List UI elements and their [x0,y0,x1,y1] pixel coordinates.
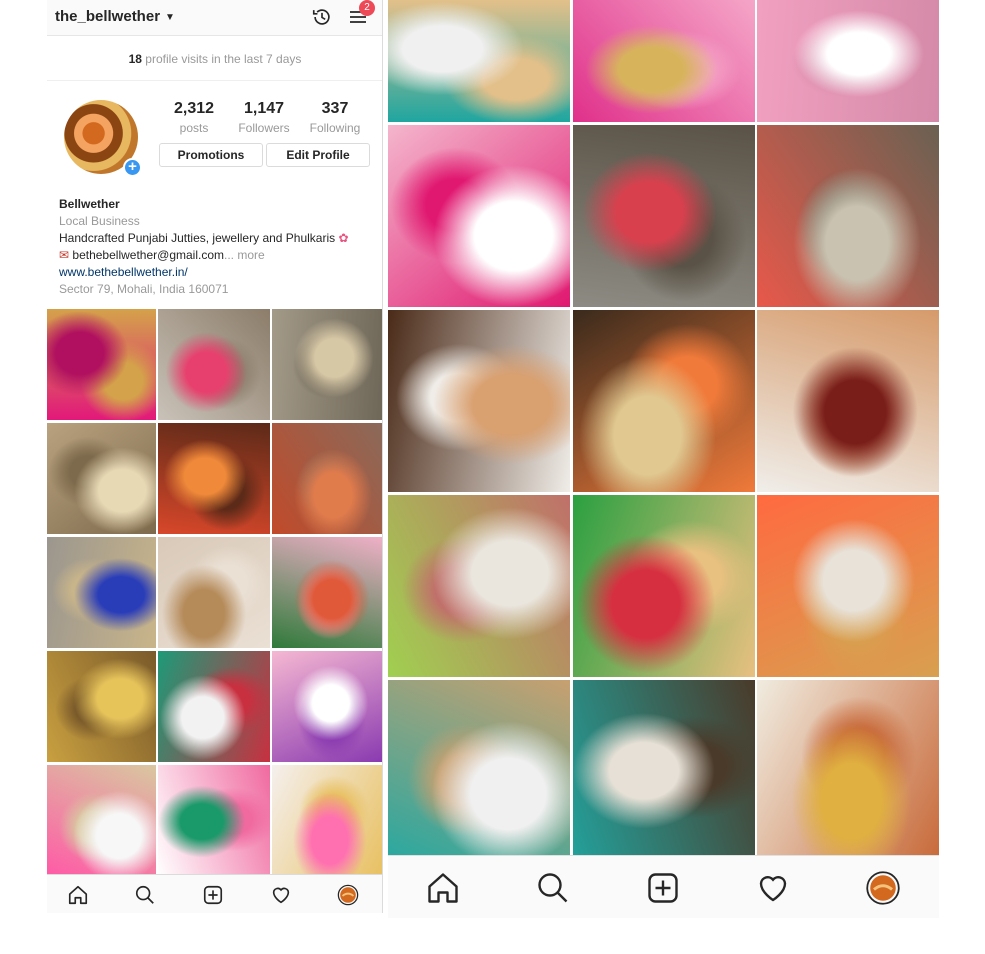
search-icon[interactable] [134,884,156,906]
visits-text: profile visits in the last 7 days [141,52,302,66]
post-thumbnail[interactable] [272,423,382,534]
posts-stat: 2,312 posts [159,100,229,135]
profile-name: Bellwether [59,197,120,211]
profile-email-line: ✉ bethebellwether@gmail.com... more [59,247,375,264]
bottom-nav-large [388,855,939,918]
following-count: 337 [321,100,349,117]
post-thumbnail[interactable] [47,423,156,534]
description-text: Handcrafted Punjabi Jutties, jewellery a… [59,231,336,245]
home-icon[interactable] [425,870,461,906]
post-thumbnail[interactable] [47,651,156,762]
profile-visits-banner[interactable]: 18 profile visits in the last 7 days [47,37,382,81]
posts-count: 2,312 [173,100,215,117]
post-thumbnail[interactable] [572,125,755,307]
history-icon[interactable] [311,6,333,28]
post-thumbnail[interactable] [757,310,939,492]
post-thumbnail[interactable] [572,495,755,677]
add-story-icon[interactable]: + [123,158,142,177]
followers-stat[interactable]: 1,147 Followers [229,100,299,135]
post-thumbnail[interactable] [272,765,382,876]
post-grid-large [388,0,939,858]
chevron-down-icon[interactable]: ▼ [165,12,175,23]
post-thumbnail[interactable] [158,423,270,534]
profile-avatar-icon[interactable] [337,884,359,906]
post-thumbnail[interactable] [757,495,939,677]
post-thumbnail[interactable] [47,765,156,876]
add-post-icon[interactable] [645,870,681,906]
post-thumbnail[interactable] [388,310,570,492]
following-label: Following [309,121,361,135]
post-thumbnail[interactable] [158,651,270,762]
post-thumbnail[interactable] [388,680,570,858]
heart-icon[interactable] [755,870,791,906]
bottom-nav [47,874,382,913]
post-thumbnail[interactable] [158,537,270,648]
posts-label: posts [179,121,209,135]
profile-screen: the_bellwether ▼ 2 18 profile visits in … [47,0,383,913]
profile-website[interactable]: www.bethebellwether.in/ [59,264,375,281]
profile-category: Local Business [59,214,140,228]
post-thumbnail[interactable] [757,680,939,858]
search-icon[interactable] [535,870,571,906]
post-thumbnail[interactable] [572,0,755,122]
post-thumbnail[interactable] [388,0,570,122]
post-thumbnail[interactable] [47,537,156,648]
post-thumbnail[interactable] [272,309,382,420]
more-link[interactable]: ... more [224,248,265,262]
post-grid [47,309,382,876]
followers-count: 1,147 [243,100,285,117]
flower-emoji-icon: ✿ [338,231,349,245]
post-thumbnail[interactable] [158,309,270,420]
post-thumbnail[interactable] [388,495,570,677]
following-stat[interactable]: 337 Following [300,100,370,135]
notification-badge: 2 [359,0,375,16]
post-thumbnail[interactable] [757,125,939,307]
followers-label: Followers [238,121,290,135]
post-thumbnail[interactable] [757,0,939,122]
username-switcher[interactable]: the_bellwether [55,8,160,25]
heart-icon[interactable] [270,884,292,906]
visits-count: 18 [128,52,142,66]
home-icon[interactable] [67,884,89,906]
post-thumbnail[interactable] [158,765,270,876]
post-thumbnail[interactable] [572,680,755,858]
post-thumbnail[interactable] [572,310,755,492]
top-bar: the_bellwether ▼ 2 [47,0,382,36]
add-post-icon[interactable] [202,884,224,906]
edit-profile-button[interactable]: Edit Profile [266,143,370,167]
profile-address[interactable]: Sector 79, Mohali, India 160071 [59,281,375,298]
profile-email[interactable]: bethebellwether@gmail.com [72,248,224,262]
post-thumbnail[interactable] [388,125,570,307]
post-thumbnail[interactable] [272,537,382,648]
profile-description: Handcrafted Punjabi Jutties, jewellery a… [59,230,375,247]
love-letter-emoji-icon: ✉ [59,248,70,262]
post-thumbnail[interactable] [47,309,156,420]
promotions-button[interactable]: Promotions [159,143,263,167]
profile-avatar-icon[interactable] [865,870,901,906]
post-thumbnail[interactable] [272,651,382,762]
feed-grid-screen [388,0,939,918]
